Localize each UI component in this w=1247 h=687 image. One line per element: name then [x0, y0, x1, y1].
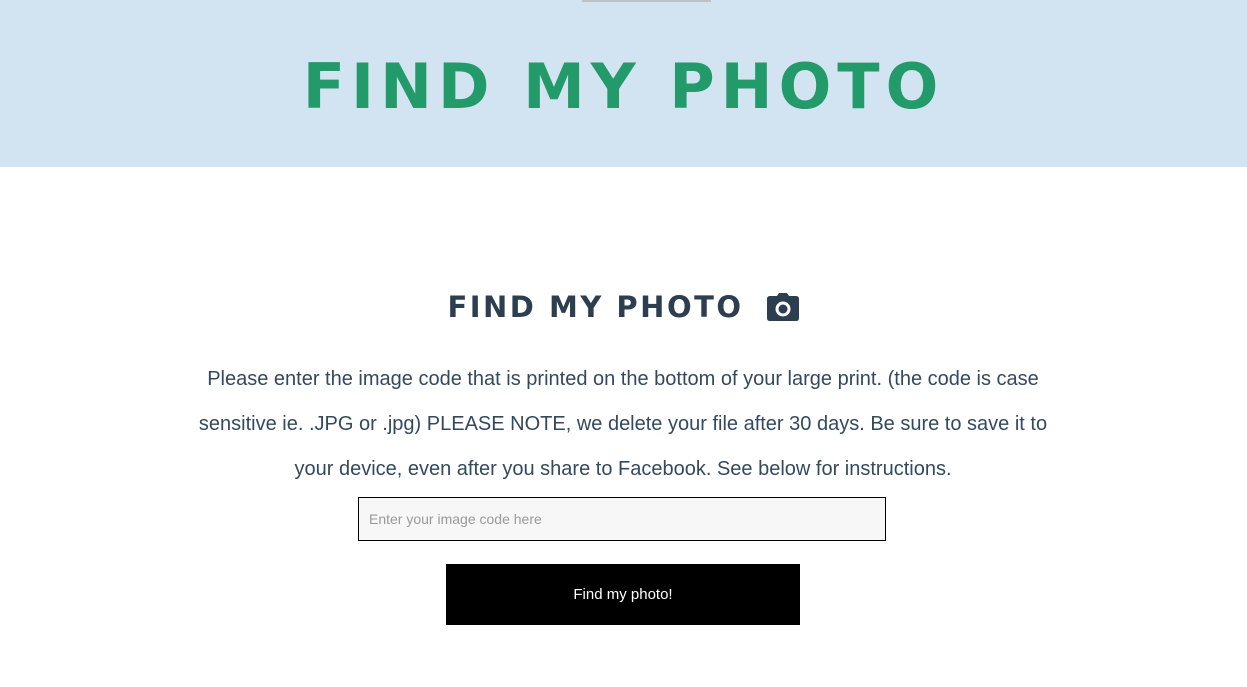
main-content: FIND MY PHOTO Please enter the image cod…	[0, 167, 1247, 687]
hero-title: FIND MY PHOTO	[302, 50, 945, 123]
camera-icon	[766, 292, 800, 322]
section-title: FIND MY PHOTO	[447, 290, 744, 324]
image-code-input[interactable]	[358, 497, 886, 541]
instructions-text: Please enter the image code that is prin…	[198, 368, 1048, 480]
section-heading: FIND MY PHOTO	[0, 290, 1247, 324]
hero-banner: FIND MY PHOTO	[0, 0, 1247, 167]
top-tab-indicator	[582, 0, 711, 2]
find-photo-button[interactable]: Find my photo!	[446, 564, 800, 625]
